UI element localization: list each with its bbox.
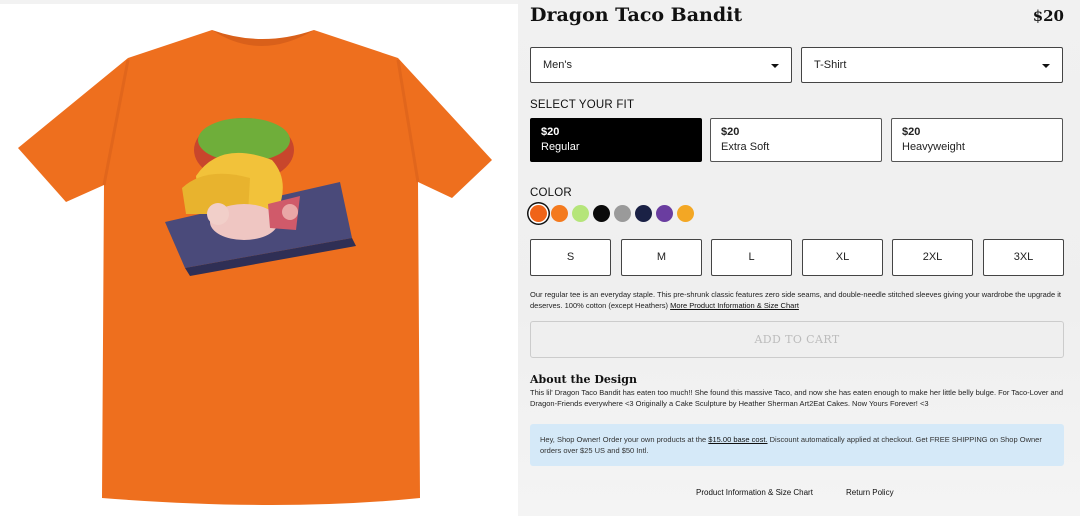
color-swatch-bright-orange[interactable] (551, 205, 568, 222)
gender-select[interactable]: Men's (530, 47, 792, 83)
owner-banner-text-pre: Hey, Shop Owner! Order your own products… (540, 435, 707, 444)
color-swatch-lime[interactable] (572, 205, 589, 222)
product-description: Our regular tee is an everyday staple. T… (530, 289, 1066, 311)
fit-option-price: $20 (721, 126, 740, 138)
tshirt-body (18, 30, 492, 505)
color-swatch-grey[interactable] (614, 205, 631, 222)
chevron-down-icon (1042, 64, 1050, 68)
size-option-3xl[interactable]: 3XL (983, 239, 1064, 276)
size-option-s[interactable]: S (530, 239, 611, 276)
fit-option-regular[interactable]: $20 Regular (530, 118, 702, 162)
size-option-l[interactable]: L (711, 239, 792, 276)
product-info-pane: Dragon Taco Bandit $20 Men's T-Shirt SEL… (518, 0, 1080, 516)
footer-product-info-link[interactable]: Product Information & Size Chart (696, 488, 813, 497)
base-cost-link[interactable]: $15.00 base cost. (708, 435, 767, 444)
footer-return-policy-link[interactable]: Return Policy (846, 488, 894, 497)
gender-select-value: Men's (543, 59, 572, 71)
fit-option-price: $20 (902, 126, 921, 138)
add-to-cart-button[interactable]: ADD TO CART (530, 321, 1064, 358)
chevron-down-icon (771, 64, 779, 68)
size-option-m[interactable]: M (621, 239, 702, 276)
fit-option-extra-soft[interactable]: $20 Extra Soft (710, 118, 882, 162)
fit-option-price: $20 (541, 126, 560, 138)
shop-owner-banner: Hey, Shop Owner! Order your own products… (530, 424, 1064, 466)
color-label: COLOR (530, 187, 572, 199)
product-type-select[interactable]: T-Shirt (801, 47, 1063, 83)
size-option-2xl[interactable]: 2XL (892, 239, 973, 276)
product-image-pane (0, 0, 518, 516)
color-swatch-black[interactable] (593, 205, 610, 222)
fit-option-name: Regular (541, 141, 580, 153)
product-title: Dragon Taco Bandit (530, 4, 743, 26)
about-design-body: This lil' Dragon Taco Bandit has eaten t… (530, 388, 1064, 408)
color-swatch-navy[interactable] (635, 205, 652, 222)
size-chart-link[interactable]: More Product Information & Size Chart (670, 301, 799, 310)
tshirt-image[interactable] (0, 0, 518, 516)
size-option-xl[interactable]: XL (802, 239, 883, 276)
product-type-select-value: T-Shirt (814, 59, 847, 71)
color-swatch-orange[interactable] (530, 205, 547, 222)
fit-option-name: Heavyweight (902, 141, 965, 153)
color-swatch-gold[interactable] (677, 205, 694, 222)
fit-option-heavyweight[interactable]: $20 Heavyweight (891, 118, 1063, 162)
about-design-title: About the Design (530, 373, 637, 386)
color-swatch-purple[interactable] (656, 205, 673, 222)
fit-option-name: Extra Soft (721, 141, 770, 153)
product-price: $20 (1032, 7, 1064, 25)
fit-label: SELECT YOUR FIT (530, 99, 635, 111)
